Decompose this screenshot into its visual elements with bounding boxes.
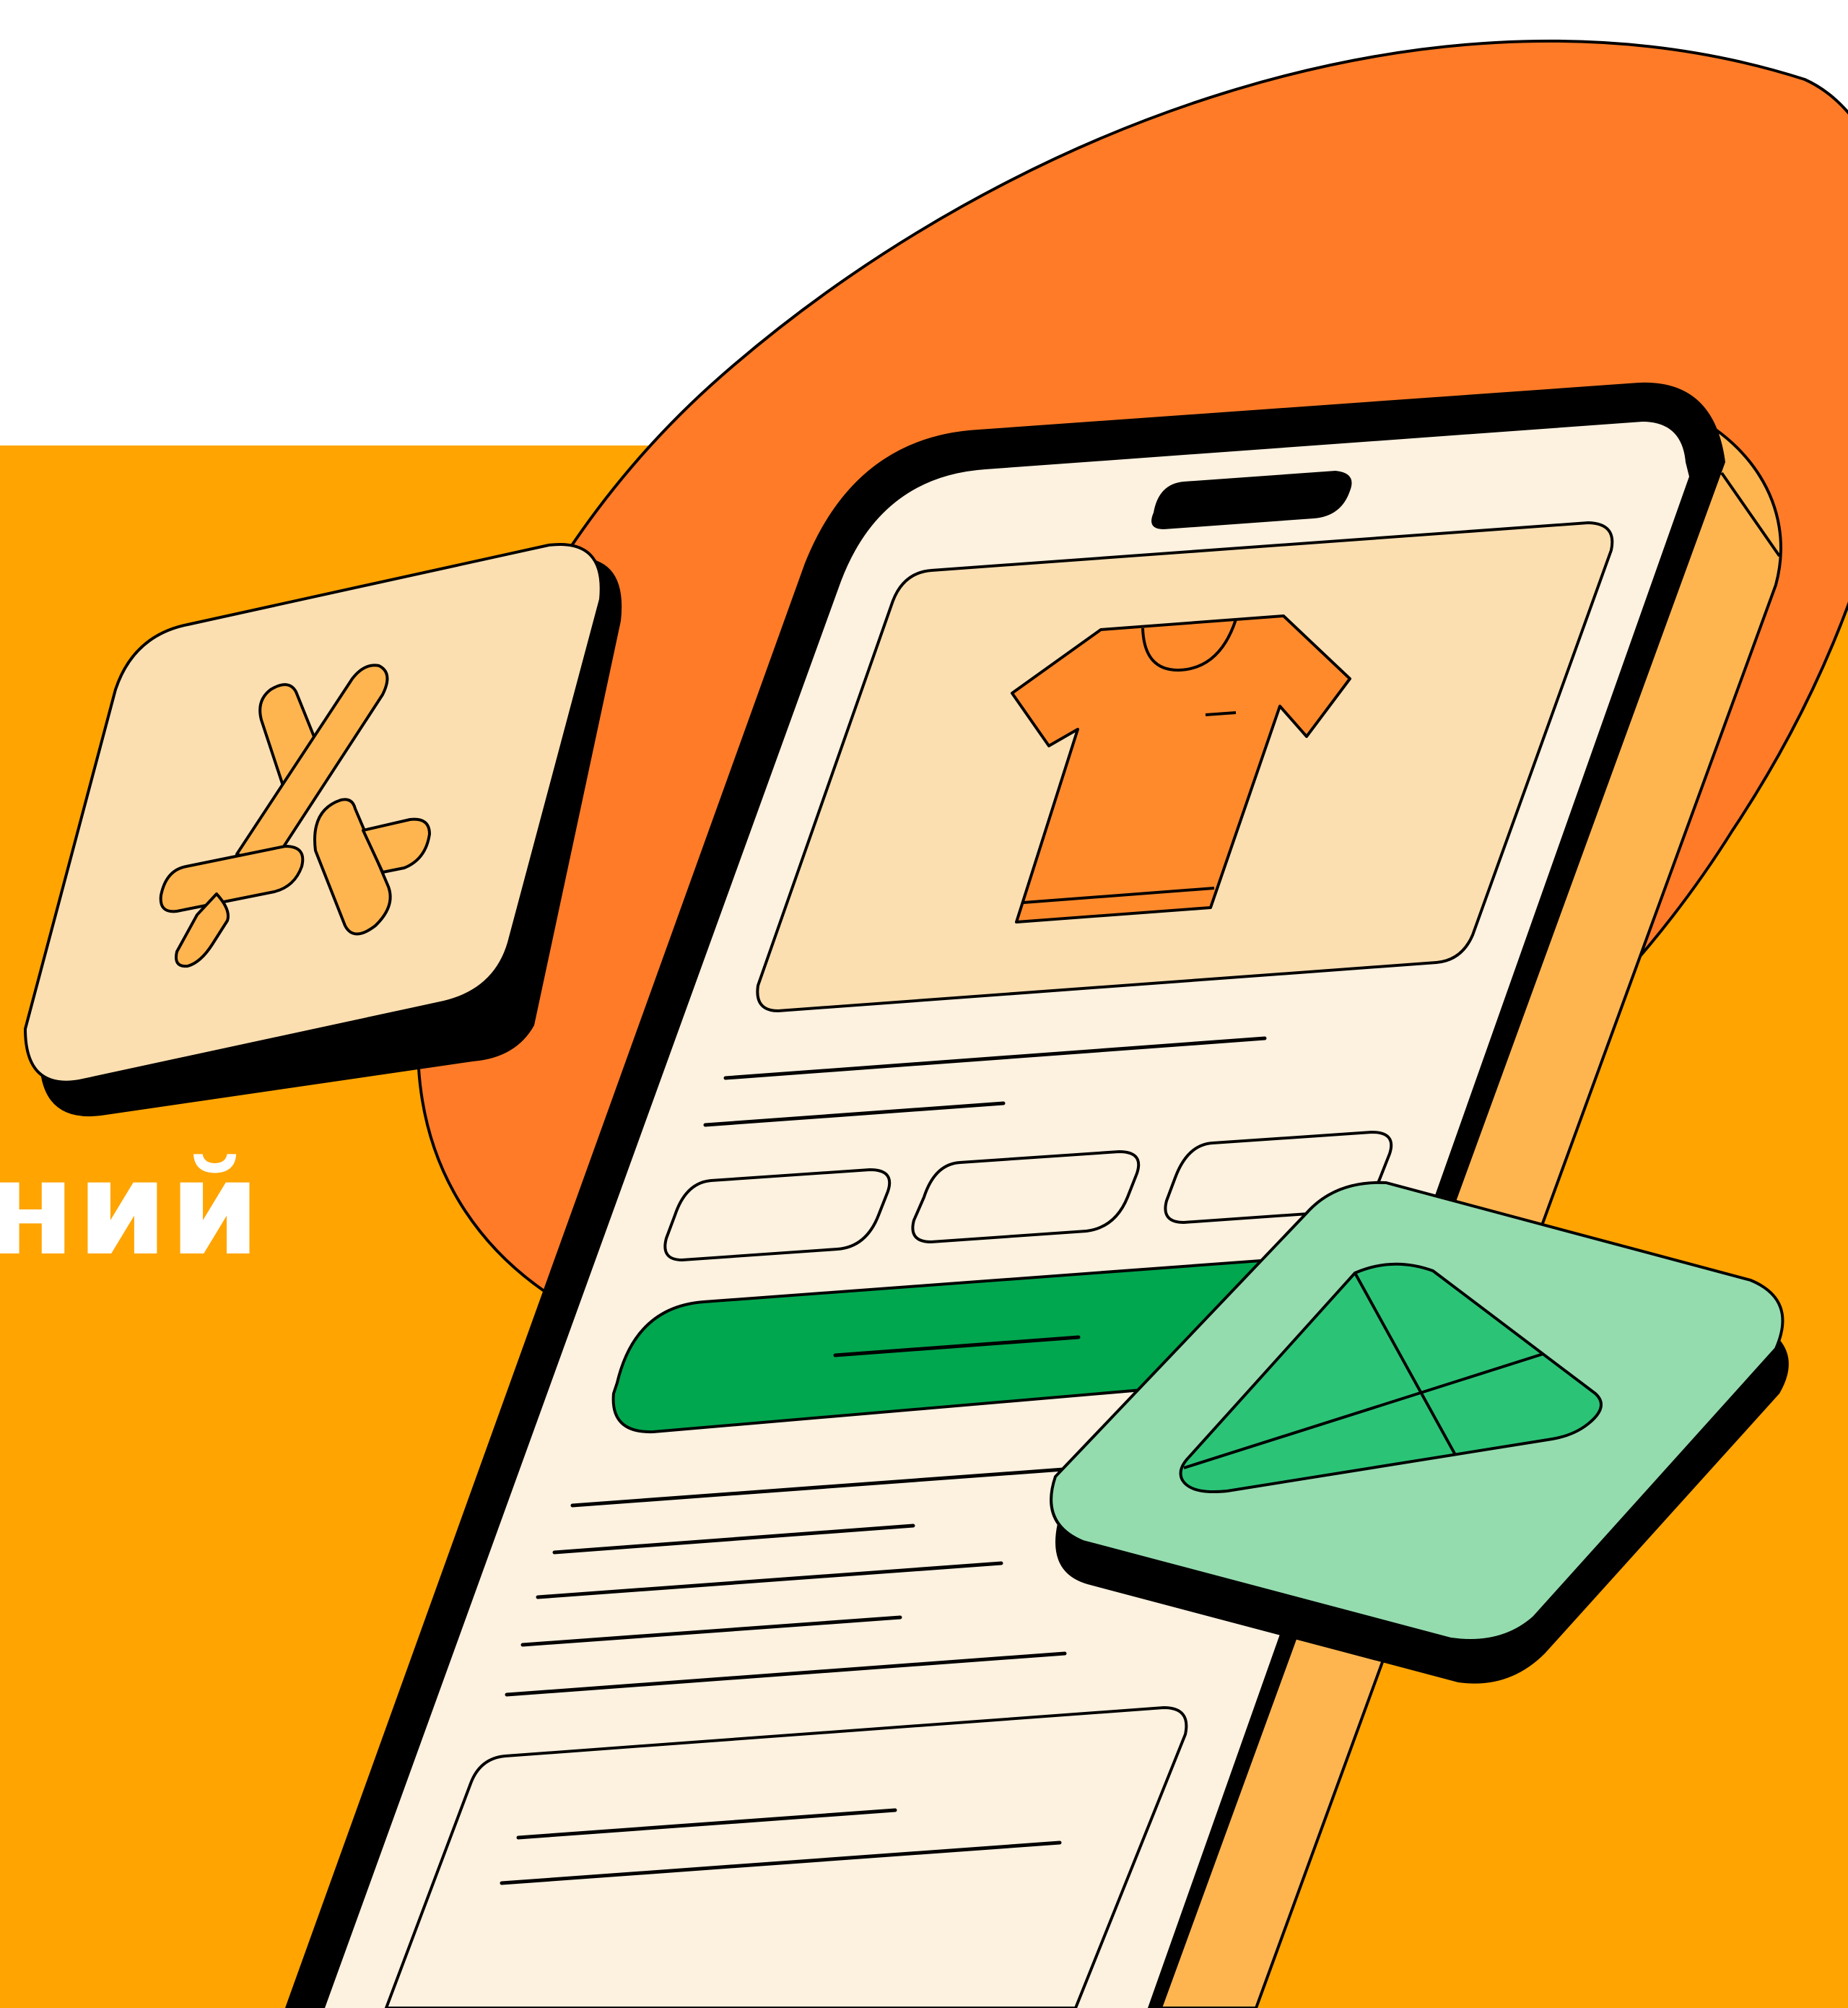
illustration: ний <box>0 0 1848 2008</box>
illustration-canvas <box>0 0 1848 2008</box>
headline-fragment: ний <box>0 1134 262 1285</box>
